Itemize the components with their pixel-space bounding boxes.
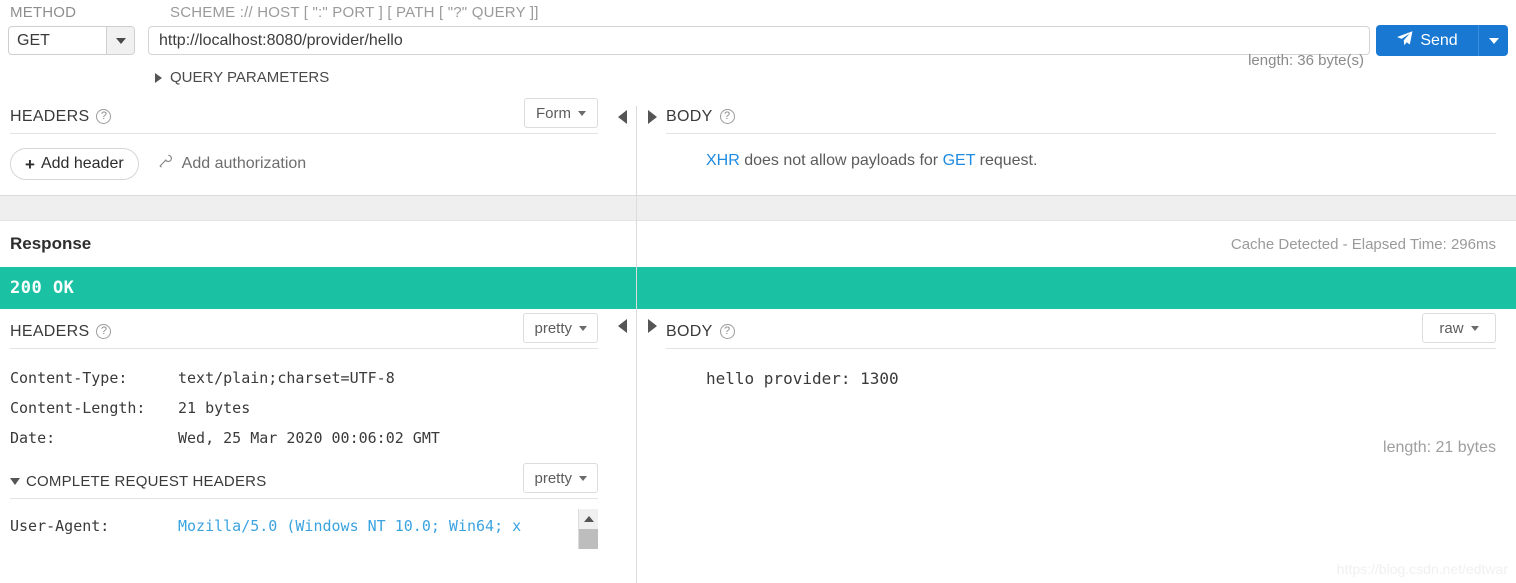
response-body-pane: BODY ? raw hello provider: 1300 length: … xyxy=(666,309,1516,541)
request-body-header: BODY ? xyxy=(666,100,1496,134)
request-headers-title: HEADERS xyxy=(10,107,90,125)
header-value: text/plain;charset=UTF-8 xyxy=(178,369,395,387)
chevron-down-icon xyxy=(579,475,587,481)
scroll-up-button[interactable] xyxy=(579,509,598,529)
complete-request-headers-view-select[interactable]: pretty xyxy=(523,463,598,493)
response-title: Response xyxy=(10,234,92,253)
table-row: Content-Length: 21 bytes xyxy=(10,393,608,423)
request-body-note: XHR does not allow payloads for GET requ… xyxy=(666,134,1516,170)
response-body-title: BODY xyxy=(666,322,713,340)
header-value: 21 bytes xyxy=(178,399,251,417)
header-key: Date: xyxy=(10,429,56,447)
response-panels: HEADERS ? pretty Content-Type: text/plai… xyxy=(0,309,1516,583)
chevron-right-icon xyxy=(155,72,162,83)
http-method-value: GET xyxy=(17,31,50,49)
help-icon[interactable]: ? xyxy=(719,109,735,124)
http-method-select[interactable]: GET xyxy=(8,26,135,55)
table-row: Content-Type: text/plain;charset=UTF-8 xyxy=(10,363,608,393)
request-headers-header: HEADERS ? Form xyxy=(10,98,598,134)
plus-icon: + xyxy=(25,154,35,174)
request-pane-divider xyxy=(608,100,666,575)
add-header-button[interactable]: + Add header xyxy=(10,148,139,180)
send-button[interactable]: Send xyxy=(1376,25,1508,56)
section-separator xyxy=(0,195,1516,221)
url-format-label: SCHEME :// HOST [ ":" PORT ] [ PATH [ "?… xyxy=(170,4,539,21)
send-options-chevron-icon[interactable] xyxy=(1478,25,1508,56)
request-headers-actions: + Add header Add authorization xyxy=(0,134,608,180)
request-panels: HEADERS ? Form + Add header Add authoriz… xyxy=(0,98,1516,575)
scrollbar-thumb[interactable] xyxy=(579,529,598,549)
response-headers-view-value: pretty xyxy=(534,319,572,337)
add-authorization-label: Add authorization xyxy=(181,155,307,172)
response-body-view-select[interactable]: raw xyxy=(1422,313,1496,343)
xhr-link[interactable]: XHR xyxy=(706,152,740,169)
response-title-row: Response Cache Detected - Elapsed Time: … xyxy=(0,221,1516,267)
collapse-left-button[interactable] xyxy=(618,319,627,333)
response-headers-title: HEADERS xyxy=(10,322,90,340)
header-key: Content-Type: xyxy=(10,369,128,387)
send-button-label: Send xyxy=(1420,31,1458,49)
table-row: Date: Wed, 25 Mar 2020 00:06:02 GMT xyxy=(10,423,608,453)
response-headers-pane: HEADERS ? pretty Content-Type: text/plai… xyxy=(0,309,608,549)
request-top-bar: METHOD SCHEME :// HOST [ ":" PORT ] [ PA… xyxy=(0,0,1516,100)
collapse-left-button[interactable] xyxy=(618,110,627,124)
complete-request-headers-title: COMPLETE REQUEST HEADERS xyxy=(26,473,267,490)
add-header-label: Add header xyxy=(40,155,124,172)
response-pane-divider xyxy=(608,309,666,583)
response-body-header: BODY ? raw xyxy=(666,313,1496,349)
chevron-down-icon xyxy=(10,478,20,485)
chevron-down-icon[interactable] xyxy=(106,27,134,54)
complete-request-headers-list: User-Agent: Mozilla/5.0 (Windows NT 10.0… xyxy=(0,499,608,549)
help-icon[interactable]: ? xyxy=(96,109,112,124)
status-badge: 200 OK xyxy=(0,267,1516,309)
key-icon xyxy=(157,153,174,175)
request-body-pane: BODY ? XHR does not allow payloads for G… xyxy=(666,100,1516,195)
chevron-down-icon xyxy=(579,325,587,331)
add-authorization-button[interactable]: Add authorization xyxy=(157,153,307,175)
response-meta: Cache Detected - Elapsed Time: 296ms xyxy=(1230,235,1496,253)
request-body-title: BODY xyxy=(666,107,713,125)
url-input[interactable] xyxy=(148,26,1370,55)
help-icon[interactable]: ? xyxy=(719,324,735,339)
header-key: User-Agent: xyxy=(10,517,110,535)
api-client-page: METHOD SCHEME :// HOST [ ":" PORT ] [ PA… xyxy=(0,0,1516,583)
header-key: Content-Length: xyxy=(10,399,146,417)
request-headers-pane: HEADERS ? Form + Add header Add authoriz… xyxy=(0,98,608,195)
chevron-down-icon xyxy=(1470,325,1479,331)
header-value: Mozilla/5.0 (Windows NT 10.0; Win64; x xyxy=(178,517,522,535)
request-headers-view-value: Form xyxy=(536,104,571,122)
note-middle: does not allow payloads for xyxy=(739,152,943,169)
request-length-label: length: 36 byte(s) xyxy=(1248,52,1364,69)
scrollbar[interactable] xyxy=(578,509,598,549)
send-icon xyxy=(1396,30,1413,52)
response-body-length: length: 21 bytes xyxy=(1383,439,1496,456)
divider-line xyxy=(636,315,637,583)
collapse-right-button[interactable] xyxy=(648,110,657,124)
help-icon[interactable]: ? xyxy=(96,324,112,339)
method-link[interactable]: GET xyxy=(943,152,976,169)
method-label: METHOD xyxy=(10,4,77,21)
response-headers-list: Content-Type: text/plain;charset=UTF-8 C… xyxy=(0,349,608,453)
header-value: Wed, 25 Mar 2020 00:06:02 GMT xyxy=(178,429,440,447)
table-row: User-Agent: Mozilla/5.0 (Windows NT 10.0… xyxy=(10,511,608,541)
watermark: https://blog.csdn.net/edtwar xyxy=(1336,561,1508,577)
query-parameters-toggle[interactable]: QUERY PARAMETERS xyxy=(155,69,329,86)
query-parameters-label: QUERY PARAMETERS xyxy=(170,69,330,86)
complete-request-headers-view-value: pretty xyxy=(534,469,572,487)
response-body-content: hello provider: 1300 xyxy=(706,369,899,388)
chevron-down-icon xyxy=(578,110,586,116)
response-headers-header: HEADERS ? pretty xyxy=(10,313,598,349)
note-suffix: request. xyxy=(975,152,1038,169)
response-body-view-value: raw xyxy=(1439,319,1464,337)
response-headers-view-select[interactable]: pretty xyxy=(523,313,598,343)
complete-request-headers-header[interactable]: COMPLETE REQUEST HEADERS pretty xyxy=(10,463,598,499)
request-headers-view-select[interactable]: Form xyxy=(524,98,598,128)
collapse-right-button[interactable] xyxy=(648,319,657,333)
